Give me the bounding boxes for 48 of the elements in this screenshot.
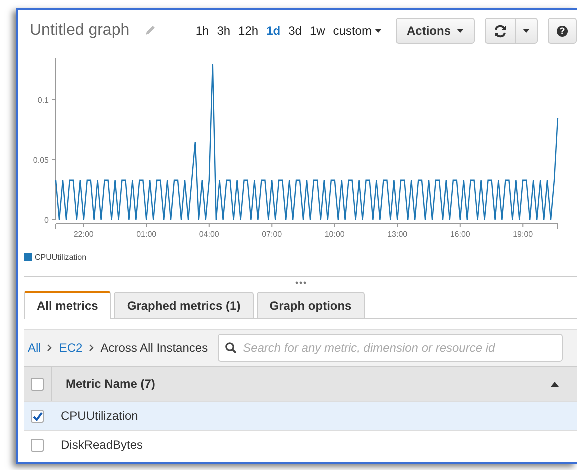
checkbox[interactable]	[31, 378, 44, 390]
x-tick-label: 10:00	[324, 230, 345, 239]
tab[interactable]: Graph options	[256, 292, 365, 318]
resize-handle-icon[interactable]	[294, 281, 306, 285]
checkbox[interactable]	[31, 438, 44, 452]
table-row[interactable]: CPUUtilization	[24, 401, 577, 430]
x-tick-label: 22:00	[74, 230, 94, 239]
x-tick-label: 07:00	[262, 230, 282, 239]
checkbox[interactable]	[31, 410, 44, 422]
column-header[interactable]: Metric Name (7)	[66, 377, 156, 391]
time-range-option[interactable]: 3d	[288, 24, 302, 38]
x-tick-label: 19:00	[513, 230, 534, 239]
time-range-option[interactable]: custom	[333, 24, 382, 38]
tab[interactable]: Graphed metrics (1)	[114, 292, 254, 318]
caret-icon	[457, 29, 464, 33]
tab[interactable]: All metrics	[24, 291, 112, 319]
breadcrumb-link[interactable]: EC2	[59, 341, 83, 355]
actions-button[interactable]: Actions	[396, 18, 475, 44]
time-range-option[interactable]: 1w	[310, 24, 326, 38]
caret-icon	[374, 29, 382, 33]
legend-label: CPUUtilization	[35, 252, 87, 262]
refresh-icon	[494, 24, 507, 38]
sort-icon[interactable]	[551, 382, 559, 386]
x-tick-label: 16:00	[450, 230, 470, 239]
y-tick-label: 0.1	[38, 96, 49, 105]
time-range-option[interactable]: 1h	[196, 24, 210, 38]
chevron-icon	[88, 344, 95, 352]
refresh-button[interactable]	[485, 18, 516, 44]
y-tick-label: 0	[44, 216, 49, 225]
refresh-options-button[interactable]	[516, 18, 538, 44]
time-range-option[interactable]: 1d	[266, 24, 281, 38]
x-tick-label: 01:00	[136, 230, 157, 239]
search-field[interactable]: Search for any metric, dimension or resource id	[218, 334, 563, 362]
graph-title: Untitled graph	[30, 22, 130, 40]
legend-swatch	[24, 253, 32, 261]
metric-name: CPUUtilization	[61, 409, 138, 423]
metric-name: DiskReadBytes	[61, 438, 144, 452]
x-tick-label: 04:00	[199, 230, 220, 239]
time-range-option[interactable]: 3h	[217, 24, 231, 38]
breadcrumb-link[interactable]: All	[28, 341, 42, 355]
chevron-icon	[47, 344, 54, 352]
help-button[interactable]: ?	[548, 18, 577, 44]
table-row[interactable]: DiskReadBytes	[24, 430, 577, 459]
breadcrumb-current: Across All Instances	[100, 341, 208, 355]
y-tick-label: 0.05	[33, 156, 49, 165]
caret-icon	[523, 29, 530, 33]
x-tick-label: 13:00	[388, 230, 408, 239]
time-range-option[interactable]: 12h	[238, 24, 259, 38]
